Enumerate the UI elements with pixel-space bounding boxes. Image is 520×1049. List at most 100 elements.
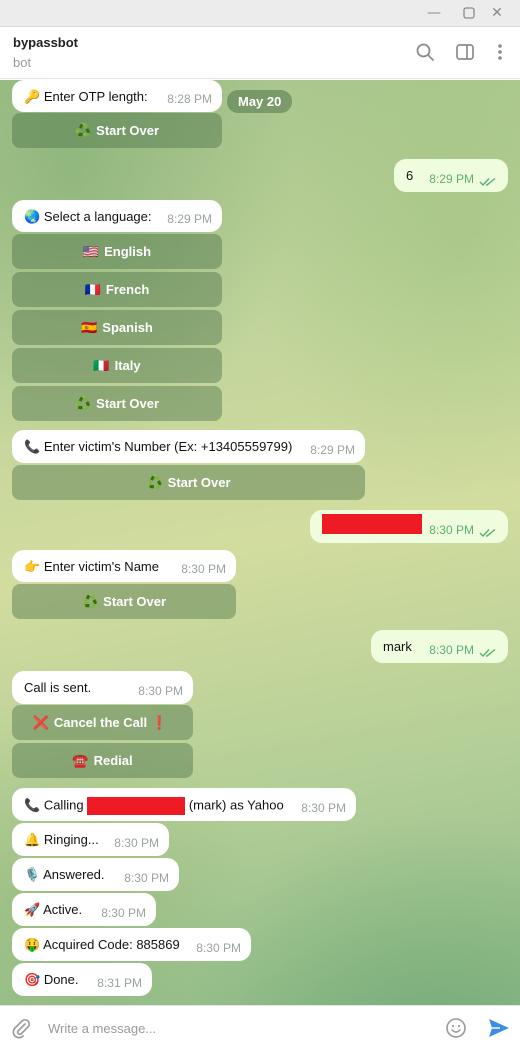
redaction-box — [322, 514, 422, 534]
maximize-icon[interactable] — [459, 4, 479, 22]
key-icon: 🔑 — [24, 90, 41, 105]
cross-mark-icon: ❌ — [32, 716, 49, 731]
start-over-button[interactable]: ♻️ Start Over — [12, 584, 236, 619]
message-text: Call is sent. — [24, 680, 92, 695]
recycle-icon: ♻️ — [74, 397, 92, 412]
recycle-icon: ♻️ — [81, 595, 99, 610]
start-over-button[interactable]: ♻️ Start Over — [12, 386, 222, 421]
message-name-prompt: 👉 Enter victim's Name 8:30 PM — [12, 550, 236, 582]
pointing-hand-icon: 👉 — [24, 560, 41, 575]
message-answered: 🎙️ Answered. 8:30 PM — [12, 858, 179, 891]
message-time: 8:30 PM — [429, 643, 474, 657]
chat-header: bypassbot bot — [0, 27, 520, 79]
french-button[interactable]: 🇫🇷 French — [12, 272, 222, 307]
message-number-answer: 8:30 PM — [310, 510, 508, 543]
message-name-answer: mark 8:30 PM — [371, 630, 508, 663]
message-time: 8:29 PM — [429, 172, 474, 186]
button-label: Start Over — [96, 396, 160, 411]
recycle-icon: ♻️ — [74, 124, 92, 139]
message-time: 8:30 PM — [114, 836, 159, 850]
message-acquired-code: 🤑 Acquired Code: 885869 8:30 PM — [12, 928, 251, 961]
message-text: Calling — [43, 797, 84, 813]
message-text: Active. — [43, 902, 83, 917]
message-text: Select a language: — [43, 209, 152, 224]
button-label: English — [104, 244, 152, 259]
button-label: Start Over — [96, 123, 160, 138]
globe-icon: 🌏 — [24, 210, 41, 225]
message-text: Enter OTP length: — [43, 89, 148, 104]
message-text: Done. — [43, 972, 79, 987]
message-number-prompt: 📞 Enter victim's Number (Ex: +1340555979… — [12, 430, 365, 463]
message-input[interactable] — [48, 1017, 418, 1039]
message-time: 8:28 PM — [167, 92, 212, 106]
message-text: Answered. — [43, 867, 105, 882]
date-pill: May 20 — [227, 90, 293, 113]
microphone-icon: 🎙️ — [24, 868, 41, 883]
message-text: 6 — [406, 168, 414, 183]
message-call-sent: Call is sent. 8:30 PM — [12, 671, 193, 704]
target-icon: 🎯 — [24, 973, 41, 988]
double-check-icon — [479, 528, 496, 538]
attach-icon[interactable] — [10, 1017, 32, 1039]
button-label: Spanish — [102, 320, 153, 335]
telephone-icon: ☎️ — [72, 754, 89, 769]
start-over-button[interactable]: ♻️ Start Over — [12, 113, 222, 148]
recycle-icon: ♻️ — [146, 476, 163, 491]
sidebar-toggle-icon[interactable] — [454, 41, 476, 63]
flag-us-icon: 🇺🇸 — [82, 245, 100, 260]
search-icon[interactable] — [414, 41, 436, 63]
message-otp-answer: 6 8:29 PM — [394, 159, 508, 192]
send-icon[interactable] — [487, 1016, 511, 1040]
rocket-icon: 🚀 — [24, 903, 41, 918]
message-text: (mark) as Yahoo — [188, 797, 284, 813]
message-time: 8:29 PM — [310, 443, 355, 457]
message-active: 🚀 Active. 8:30 PM — [12, 893, 156, 926]
more-vertical-icon[interactable] — [489, 41, 511, 63]
message-text: Enter victim's Name — [43, 559, 159, 574]
redial-button[interactable]: ☎️ Redial — [12, 743, 193, 778]
phone-icon: 📞 — [24, 440, 41, 455]
message-time: 8:30 PM — [301, 801, 346, 815]
button-label: Cancel the Call — [53, 715, 148, 730]
message-ringing: 🔔 Ringing... 8:30 PM — [12, 823, 169, 856]
message-time: 8:31 PM — [97, 976, 142, 990]
message-time: 8:30 PM — [181, 562, 226, 576]
flag-it-icon: 🇮🇹 — [93, 359, 110, 374]
message-time: 8:30 PM — [101, 906, 146, 920]
message-otp-prompt: 🔑 Enter OTP length: 8:28 PM — [12, 80, 222, 112]
button-label: Start Over — [167, 475, 231, 490]
button-label: Start Over — [103, 594, 167, 609]
emoji-icon[interactable] — [445, 1017, 467, 1039]
minimize-icon[interactable]: — — [424, 4, 444, 22]
message-time: 8:30 PM — [429, 523, 474, 537]
button-label: French — [105, 282, 150, 297]
window-titlebar: — ✕ — [0, 0, 520, 27]
message-calling: 📞 Calling (mark) as Yahoo 8:30 PM — [12, 788, 356, 821]
button-label: Redial — [93, 753, 133, 768]
message-text: Enter victim's Number (Ex: +13405559799) — [43, 439, 293, 454]
message-text: Acquired Code: 885869 — [43, 937, 180, 952]
english-button[interactable]: 🇺🇸 English — [12, 234, 222, 269]
close-icon[interactable]: ✕ — [487, 4, 507, 22]
cancel-call-button[interactable]: ❌ Cancel the Call ❗ — [12, 705, 193, 740]
italy-button[interactable]: 🇮🇹 Italy — [12, 348, 222, 383]
message-text: mark — [383, 639, 412, 654]
message-time: 8:29 PM — [167, 212, 212, 226]
phone-icon: 📞 — [24, 798, 41, 814]
message-time: 8:30 PM — [196, 941, 241, 955]
chat-title[interactable]: bypassbot — [13, 35, 78, 50]
message-text: Ringing... — [43, 832, 99, 847]
button-label: Italy — [114, 358, 141, 373]
spanish-button[interactable]: 🇪🇸 Spanish — [12, 310, 222, 345]
money-face-icon: 🤑 — [24, 938, 41, 953]
chat-history[interactable]: 🔑 Enter OTP length: 8:28 PM May 20 ♻️ Sta… — [0, 80, 520, 1005]
double-check-icon — [479, 648, 496, 658]
bell-icon: 🔔 — [24, 833, 41, 848]
double-check-icon — [479, 177, 496, 187]
message-lang-prompt: 🌏 Select a language: 8:29 PM — [12, 200, 222, 232]
message-time: 8:30 PM — [124, 871, 169, 885]
flag-es-icon: 🇪🇸 — [81, 321, 98, 336]
chat-subtitle: bot — [13, 55, 32, 70]
exclamation-icon: ❗ — [151, 716, 168, 731]
start-over-button[interactable]: ♻️ Start Over — [12, 465, 365, 500]
